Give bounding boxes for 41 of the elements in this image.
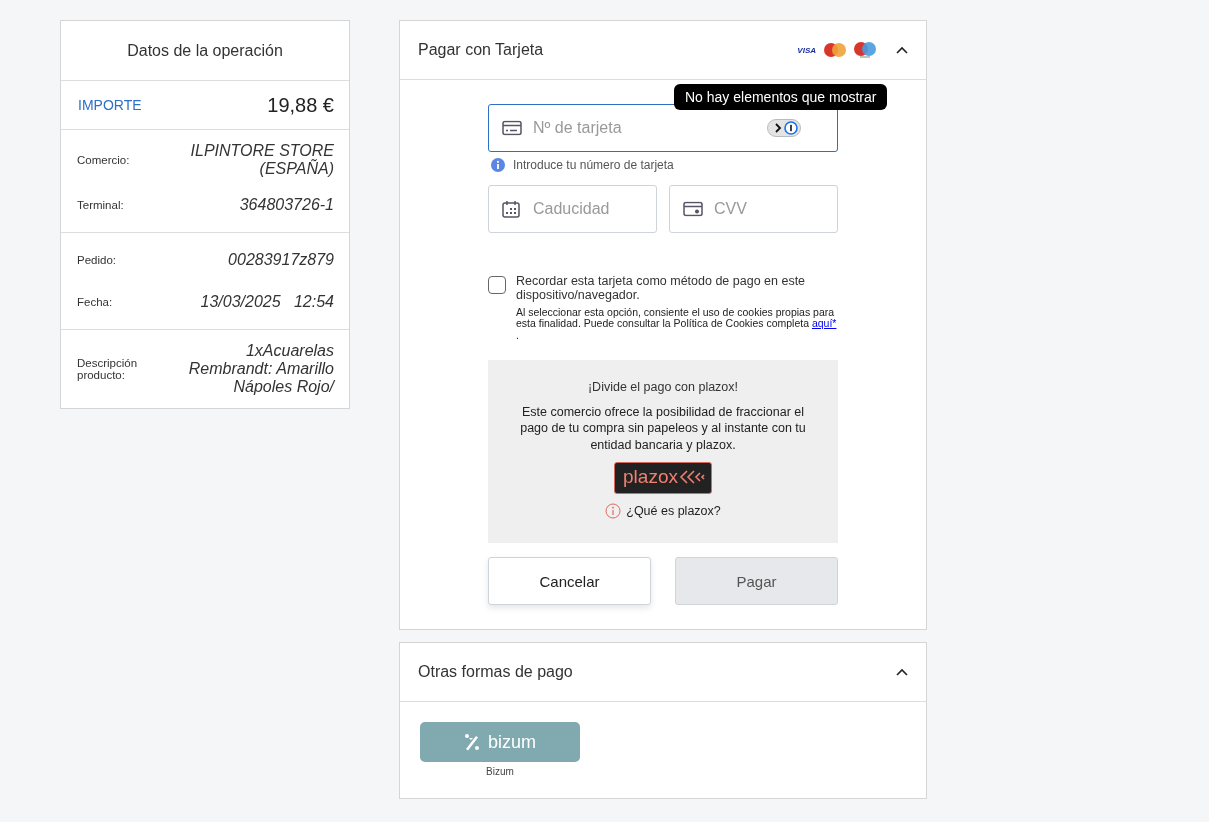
cancel-button[interactable]: Cancelar [488, 557, 651, 606]
panel-title: Otras formas de pago [418, 663, 574, 682]
checkbox-label: Recordar esta tarjeta como método de pago en este dispositivo/navegador. [516, 275, 807, 303]
hint-text: Introduce tu número de tarjeta [513, 158, 674, 172]
amount-label: IMPORTE [78, 97, 142, 113]
detail-value: 1xAcuarelas Rembrandt: Amarillo Nápoles Rojo/ [187, 342, 334, 396]
cvv-field[interactable]: CVV [669, 185, 838, 233]
checkbox[interactable] [488, 276, 506, 294]
maestro-logo [854, 42, 876, 58]
detail-label: Comercio: [77, 154, 131, 166]
caret-icon[interactable] [896, 668, 908, 677]
detail-label: Terminal: [77, 199, 125, 211]
calendar-icon [502, 200, 520, 218]
info-icon [491, 158, 505, 172]
card-icon [502, 120, 522, 136]
detail-label: Descripción producto: [77, 357, 139, 381]
card-icon [683, 201, 703, 217]
card-number-field[interactable]: Nº de tarjeta [488, 104, 838, 152]
plazox-text: Este comercio ofrece la posibilidad de fraccionar el pago de tu compra sin papeleos y al instante con tu entidad bancaria y plazox. [519, 404, 807, 453]
details-title: Datos de la operación [61, 21, 349, 81]
tooltip: No hay elementos que mostrar [674, 84, 888, 110]
caret-icon[interactable] [896, 46, 908, 54]
detail-value: 00283917z879 [228, 251, 334, 269]
mastercard-logo [824, 43, 846, 57]
plazox-info-link[interactable]: ¿Qué es plazox? [626, 503, 721, 518]
detail-value: 364803726-1 [239, 196, 334, 214]
visa-logo: VISA [797, 45, 816, 55]
cookies-link[interactable]: aquí* [811, 317, 837, 330]
expiry-field[interactable]: Caducidad [488, 185, 657, 233]
detail-value: ILPINTORE STORE (ESPAÑA) [189, 142, 334, 178]
info-icon [605, 502, 622, 519]
plazox-title: ¡Divide el pago con plazox! [587, 380, 739, 395]
bizum-icon [464, 733, 480, 752]
panel-title: Pagar con Tarjeta [418, 41, 545, 59]
plazox-logo: plazox [614, 461, 712, 494]
detail-value: 13/03/2025 12:54 [200, 293, 334, 311]
method-label: Bizum [486, 766, 514, 778]
detail-label: Fecha: [77, 296, 114, 308]
amount-value: 19,88 € [267, 93, 334, 117]
detail-label: Pedido: [77, 254, 117, 266]
cookies-note: Al seleccionar esta opción, consiente el uso de cookies propias para esta finalidad. Puede consultar la Política de Cookies completa aquí* . [516, 306, 838, 342]
